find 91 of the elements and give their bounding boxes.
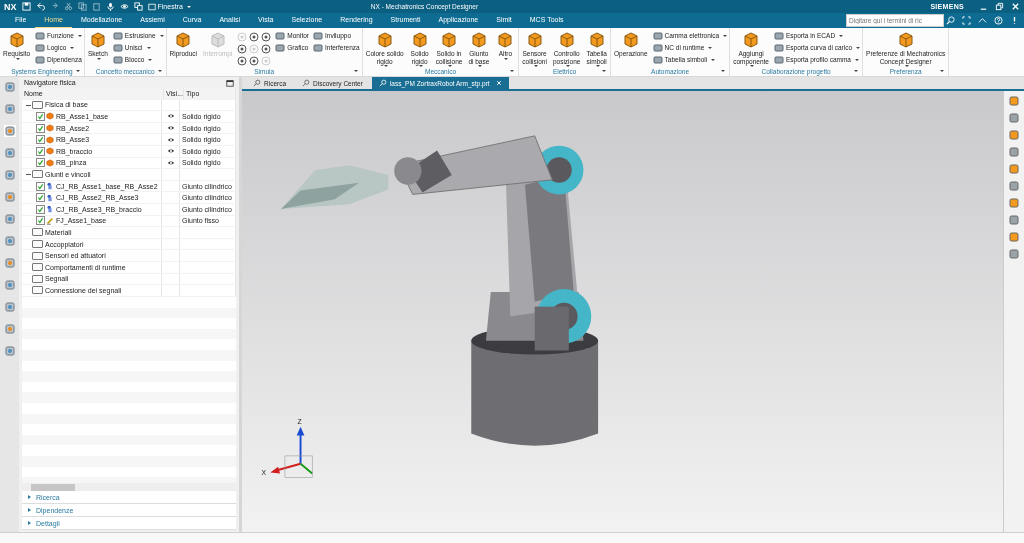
tool-icon[interactable] bbox=[1008, 129, 1020, 141]
search-icon[interactable] bbox=[946, 16, 955, 25]
checkbox[interactable] bbox=[36, 204, 45, 214]
checkbox[interactable] bbox=[36, 158, 45, 168]
copy-icon[interactable] bbox=[77, 2, 87, 11]
tool-icon[interactable] bbox=[1008, 180, 1020, 192]
checkbox[interactable] bbox=[36, 135, 45, 145]
cube-icon bbox=[439, 30, 459, 50]
chevron-up-icon[interactable] bbox=[978, 16, 987, 25]
panel-icon bbox=[652, 42, 663, 53]
tool-icon[interactable] bbox=[3, 279, 16, 291]
circle-icon[interactable] bbox=[261, 44, 272, 54]
caret-icon[interactable] bbox=[75, 70, 80, 72]
panel-icon bbox=[652, 54, 663, 65]
close-icon[interactable] bbox=[1011, 2, 1020, 11]
tool-icon[interactable] bbox=[1008, 197, 1020, 209]
circle-icon[interactable] bbox=[237, 56, 248, 66]
panel-icon bbox=[35, 42, 46, 53]
maximize-icon[interactable] bbox=[226, 78, 234, 87]
help-icon[interactable] bbox=[994, 16, 1003, 25]
tool-icon[interactable] bbox=[3, 323, 16, 335]
panel-icon bbox=[112, 42, 123, 53]
cut-icon[interactable] bbox=[63, 2, 73, 11]
caret-icon[interactable] bbox=[940, 70, 945, 72]
tool-icon[interactable] bbox=[1008, 248, 1020, 260]
panel-icon bbox=[652, 30, 663, 41]
circle-icon[interactable] bbox=[237, 44, 248, 54]
paste-icon[interactable] bbox=[91, 2, 101, 11]
fullscreen-icon[interactable] bbox=[962, 16, 971, 25]
tool-icon[interactable] bbox=[1008, 231, 1020, 243]
checkbox[interactable] bbox=[36, 193, 45, 203]
collapse-toggle[interactable] bbox=[25, 171, 31, 178]
checkbox[interactable] bbox=[36, 181, 45, 191]
tool-icon[interactable] bbox=[1008, 95, 1020, 107]
tab-icon bbox=[302, 79, 311, 87]
panel-icon bbox=[773, 54, 784, 65]
joint-icon bbox=[46, 182, 54, 191]
panel-icon bbox=[313, 30, 323, 41]
tool-icon[interactable] bbox=[3, 81, 16, 93]
panel-icon bbox=[112, 30, 123, 41]
tool-icon[interactable] bbox=[1008, 112, 1020, 124]
caret-icon[interactable] bbox=[602, 70, 606, 72]
caret-icon[interactable] bbox=[721, 70, 726, 72]
joint-icon bbox=[46, 193, 54, 202]
window-icon bbox=[147, 2, 156, 11]
tool-icon[interactable] bbox=[3, 235, 16, 247]
undo-icon[interactable] bbox=[35, 2, 45, 11]
caret-icon[interactable] bbox=[854, 70, 859, 72]
caret-icon[interactable] bbox=[510, 70, 515, 72]
tool-icon[interactable] bbox=[1008, 163, 1020, 175]
save-icon[interactable] bbox=[21, 2, 31, 11]
tab-icon bbox=[378, 79, 387, 87]
circle-icon[interactable] bbox=[261, 32, 272, 42]
windows-icon[interactable] bbox=[133, 2, 143, 11]
tool-icon[interactable] bbox=[3, 191, 16, 203]
circle-icon[interactable] bbox=[249, 32, 260, 42]
tool-icon[interactable] bbox=[1008, 214, 1020, 226]
close-icon[interactable] bbox=[495, 80, 502, 86]
tool-icon[interactable] bbox=[3, 213, 16, 225]
eye-icon[interactable] bbox=[119, 2, 129, 11]
checkbox[interactable] bbox=[36, 146, 45, 156]
caret-icon[interactable] bbox=[353, 70, 358, 72]
tool-icon[interactable] bbox=[3, 103, 16, 115]
panel-icon bbox=[275, 30, 286, 41]
restore-icon[interactable] bbox=[995, 2, 1004, 11]
panel-icon bbox=[773, 30, 784, 41]
panel-icon bbox=[35, 54, 46, 65]
panel-icon bbox=[112, 54, 123, 65]
caret-icon bbox=[186, 5, 191, 8]
checkbox[interactable] bbox=[36, 216, 45, 226]
tool-icon[interactable] bbox=[3, 345, 16, 357]
circle-icon[interactable] bbox=[249, 56, 260, 66]
panel-icon bbox=[275, 42, 286, 53]
tool-icon[interactable] bbox=[3, 301, 16, 313]
panel-icon bbox=[313, 42, 323, 53]
tool-icon[interactable] bbox=[1008, 146, 1020, 158]
joint-icon bbox=[46, 205, 54, 214]
checkbox[interactable] bbox=[36, 112, 45, 121]
panel-icon bbox=[35, 30, 46, 41]
scrollbar[interactable] bbox=[22, 483, 236, 491]
tool-icon[interactable] bbox=[3, 125, 16, 137]
caret-icon[interactable] bbox=[157, 70, 162, 72]
app-logo: NX bbox=[4, 1, 17, 12]
axis-triad-icon bbox=[270, 426, 314, 478]
tab-icon bbox=[253, 79, 261, 87]
tool-icon[interactable] bbox=[3, 257, 16, 269]
tool-icon[interactable] bbox=[3, 169, 16, 181]
checkbox[interactable] bbox=[36, 123, 45, 133]
tool-icon[interactable] bbox=[3, 147, 16, 159]
microphone-icon[interactable] bbox=[105, 2, 115, 11]
panel-icon bbox=[773, 42, 784, 53]
